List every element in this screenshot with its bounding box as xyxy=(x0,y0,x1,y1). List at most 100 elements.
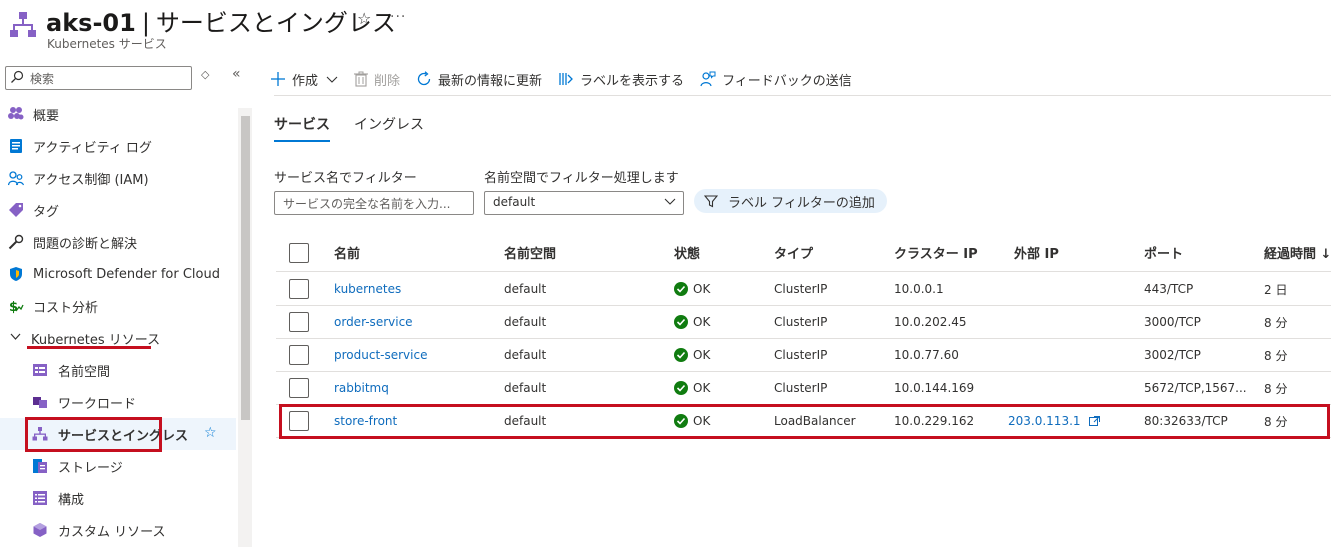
sidebar-item-iam[interactable]: アクセス制御 (IAM) xyxy=(0,162,236,194)
sidebar-item-label: カスタム リソース xyxy=(58,524,166,540)
column-header-age[interactable]: 経過時間 ↓ xyxy=(1264,234,1331,271)
sidebar-item-cost-analysis[interactable]: $ コスト分析 xyxy=(0,290,236,322)
iam-icon xyxy=(8,170,24,186)
page-subtitle: Kubernetes サービス xyxy=(47,37,167,51)
sidebar-item-namespaces[interactable]: 名前空間 xyxy=(0,354,236,386)
sidebar-item-label: ストレージ xyxy=(58,460,123,476)
page-header: aks-01 | サービスとイングレス ☆ ··· Kubernetes サービス xyxy=(0,0,1331,58)
row-checkbox[interactable] xyxy=(289,279,309,299)
sidebar-item-label: Microsoft Defender for Cloud xyxy=(33,266,220,282)
chevron-down-icon xyxy=(664,198,676,205)
sidebar-item-workloads[interactable]: ワークロード xyxy=(0,386,236,418)
service-name-link[interactable]: kubernetes xyxy=(334,273,401,305)
expand-collapse-icon[interactable]: ◇ xyxy=(201,68,209,81)
delete-button[interactable]: 削除 xyxy=(354,70,400,89)
table-row[interactable]: rabbitmq default OK ClusterIP 10.0.144.1… xyxy=(276,372,1331,405)
add-label-filter-button[interactable]: ラベル フィルターの追加 xyxy=(694,189,887,213)
age-cell: 8 分 xyxy=(1264,381,1288,396)
sidebar-item-defender[interactable]: Microsoft Defender for Cloud xyxy=(0,258,236,290)
ports-cell: 443/TCP xyxy=(1144,282,1194,296)
service-filter-label: サービス名でフィルター xyxy=(274,171,417,186)
refresh-button[interactable]: 最新の情報に更新 xyxy=(416,70,542,89)
sidebar-item-configuration[interactable]: 構成 xyxy=(0,482,236,514)
sidebar-item-overview[interactable]: 概要 xyxy=(0,98,236,130)
column-header-status[interactable]: 状態 xyxy=(674,234,700,271)
status-text: OK xyxy=(693,381,711,395)
sidebar-item-tags[interactable]: タグ xyxy=(0,194,236,226)
table-row[interactable]: kubernetes default OK ClusterIP 10.0.0.1… xyxy=(276,273,1331,306)
sidebar-item-diagnose[interactable]: 問題の診断と解決 xyxy=(0,226,236,258)
age-cell: 2 日 xyxy=(1264,282,1288,297)
highlight-box-store-front-row xyxy=(279,404,1330,439)
service-name-filter-input[interactable]: サービスの完全な名前を入力... xyxy=(274,191,474,215)
sidebar-search-input[interactable]: 検索 xyxy=(5,66,192,90)
tab-ingresses[interactable]: イングレス xyxy=(354,114,424,142)
show-labels-button[interactable]: ラベルを表示する xyxy=(558,70,684,89)
toolbar-divider xyxy=(274,95,1331,96)
column-header-ports[interactable]: ポート xyxy=(1144,234,1183,271)
namespace-icon xyxy=(32,362,48,378)
collapse-sidebar-icon[interactable]: « xyxy=(232,66,241,82)
status-text: OK xyxy=(693,315,711,329)
sidebar-item-activity-log[interactable]: アクティビティ ログ xyxy=(0,130,236,162)
more-options-icon[interactable]: ··· xyxy=(390,9,406,25)
feedback-icon xyxy=(700,71,716,87)
ok-check-icon xyxy=(674,315,688,329)
sidebar-item-label: 構成 xyxy=(58,492,85,508)
service-name-link[interactable]: product-service xyxy=(334,339,427,371)
sidebar-item-label: ワークロード xyxy=(58,396,137,412)
storage-icon xyxy=(32,458,48,474)
namespace-filter-select[interactable]: default xyxy=(484,191,684,215)
shield-icon xyxy=(8,266,24,282)
row-checkbox[interactable] xyxy=(289,312,309,332)
type-cell: ClusterIP xyxy=(774,381,828,395)
ports-cell: 3000/TCP xyxy=(1144,315,1201,329)
feedback-label: フィードバックの送信 xyxy=(722,73,852,89)
table-row[interactable]: product-service default OK ClusterIP 10.… xyxy=(276,339,1331,372)
column-header-type[interactable]: タイプ xyxy=(774,234,813,271)
config-icon xyxy=(32,490,48,506)
sidebar-scroll-thumb[interactable] xyxy=(241,116,250,420)
cluster-ip-cell: 10.0.0.1 xyxy=(894,282,944,296)
favorite-star-icon[interactable]: ☆ xyxy=(357,9,371,28)
sidebar-group-kubernetes-resources[interactable]: Kubernetes リソース xyxy=(0,322,236,354)
favorite-star-icon[interactable]: ☆ xyxy=(204,425,217,441)
status-cell: OK xyxy=(674,372,710,404)
tab-services[interactable]: サービス xyxy=(274,114,330,142)
trash-icon xyxy=(354,71,369,87)
table-row[interactable]: order-service default OK ClusterIP 10.0.… xyxy=(276,306,1331,339)
row-checkbox[interactable] xyxy=(289,378,309,398)
status-cell: OK xyxy=(674,339,710,371)
sidebar-item-label: アクセス制御 (IAM) xyxy=(33,172,149,188)
sidebar-item-label: 概要 xyxy=(33,108,60,124)
show-labels-label: ラベルを表示する xyxy=(580,73,685,89)
cluster-ip-cell: 10.0.202.45 xyxy=(894,315,967,329)
column-header-cluster-ip[interactable]: クラスター IP xyxy=(894,234,978,271)
sidebar-item-storage[interactable]: ストレージ xyxy=(0,450,236,482)
select-all-checkbox[interactable] xyxy=(289,242,309,263)
service-name-link[interactable]: rabbitmq xyxy=(334,372,389,404)
add-label-filter-label: ラベル フィルターの追加 xyxy=(728,195,875,211)
service-name-link[interactable]: order-service xyxy=(334,306,413,338)
row-checkbox[interactable] xyxy=(289,345,309,365)
feedback-button[interactable]: フィードバックの送信 xyxy=(700,70,852,89)
sidebar-item-custom-resources[interactable]: カスタム リソース xyxy=(0,514,236,546)
namespace-cell: default xyxy=(504,348,547,362)
create-button[interactable]: 作成 xyxy=(270,70,338,89)
title-separator: | xyxy=(141,9,150,37)
column-header-name[interactable]: 名前 xyxy=(334,234,360,271)
ok-check-icon xyxy=(674,381,688,395)
tab-list: サービス イングレス xyxy=(274,114,448,142)
select-all-checkbox-cell[interactable] xyxy=(289,234,309,271)
status-text: OK xyxy=(693,282,711,296)
chevron-down-icon xyxy=(326,73,338,85)
search-placeholder: 検索 xyxy=(30,72,55,86)
sidebar-group-label: Kubernetes リソース xyxy=(31,332,161,348)
column-header-external-ip[interactable]: 外部 IP xyxy=(1014,234,1059,271)
type-cell: ClusterIP xyxy=(774,315,828,329)
custom-resource-icon xyxy=(32,522,48,538)
plus-icon xyxy=(270,71,286,87)
sidebar-item-label: 問題の診断と解決 xyxy=(33,236,138,252)
column-header-namespace[interactable]: 名前空間 xyxy=(504,234,556,271)
table-header-row: 名前 名前空間 状態 タイプ クラスター IP 外部 IP ポート 経過時間 ↓ xyxy=(276,234,1331,272)
